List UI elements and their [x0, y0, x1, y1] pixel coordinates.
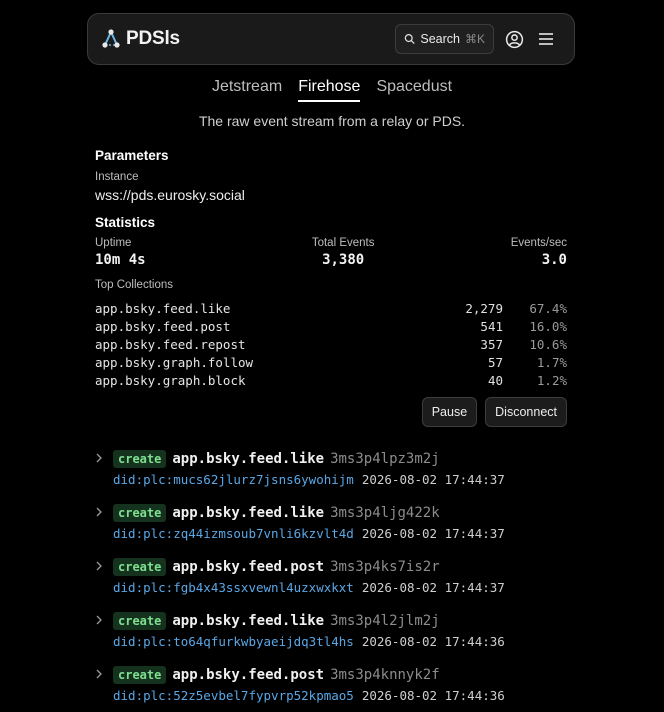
event-did-link[interactable]: did:plc:52z5evbel7fypvrp52kpmao5 — [113, 688, 354, 703]
uptime-label: Uptime — [95, 237, 132, 249]
tab-spacedust[interactable]: Spacedust — [376, 78, 452, 102]
event-collection: app.bsky.feed.like — [172, 613, 325, 629]
stream-controls: Pause Disconnect — [95, 397, 567, 427]
event-timestamp: 2026-08-02 17:44:37 — [361, 472, 505, 487]
collection-percent: 1.7% — [536, 354, 567, 370]
event-action-badge: create — [113, 504, 167, 522]
uptime-stat: Uptime 10m 4s — [95, 237, 146, 268]
event-action-badge: create — [113, 612, 167, 630]
collection-name: app.bsky.feed.repost — [95, 336, 246, 352]
instance-label: Instance — [95, 171, 139, 183]
collection-name: app.bsky.feed.like — [95, 300, 231, 316]
event-action-badge: create — [113, 450, 167, 468]
event-did-link[interactable]: did:plc:fgb4x43ssxvewnl4uzxwxkxt — [113, 580, 354, 595]
disconnect-button[interactable]: Disconnect — [485, 397, 567, 427]
collection-count: 40 — [487, 372, 503, 388]
search-icon — [404, 34, 415, 44]
search-label: Search — [420, 32, 460, 46]
event-action-badge: create — [113, 558, 167, 576]
chevron-right-icon[interactable] — [95, 615, 103, 625]
event-collection: app.bsky.feed.like — [172, 451, 325, 467]
collection-name: app.bsky.feed.post — [95, 318, 231, 334]
total-events-label: Total Events — [311, 237, 375, 249]
event-item[interactable]: create app.bsky.feed.like 3ms3p4lpz3m2j … — [95, 450, 575, 504]
top-navbar: PDSls Search ⌘K — [87, 13, 575, 65]
event-rkey: 3ms3p4knnyk2f — [330, 667, 440, 683]
hamburger-menu-icon — [539, 33, 553, 45]
collection-count: 541 — [480, 318, 503, 334]
event-collection: app.bsky.feed.like — [172, 505, 325, 521]
event-list: create app.bsky.feed.like 3ms3p4lpz3m2j … — [95, 450, 575, 712]
chevron-right-icon[interactable] — [95, 561, 103, 571]
collection-percent: 1.2% — [536, 372, 567, 388]
chevron-right-icon[interactable] — [95, 507, 103, 517]
event-rkey: 3ms3p4ks7is2r — [330, 559, 440, 575]
pause-button[interactable]: Pause — [421, 397, 478, 427]
total-events-value: 3,380 — [322, 252, 365, 268]
event-timestamp: 2026-08-02 17:44:37 — [361, 580, 505, 595]
event-rkey: 3ms3p4lpz3m2j — [330, 451, 440, 467]
chevron-right-icon[interactable] — [95, 453, 103, 463]
event-timestamp: 2026-08-02 17:44:36 — [361, 634, 505, 649]
collection-row: app.bsky.feed.repost 357 10.6% — [95, 335, 567, 353]
events-per-sec-value: 3.0 — [541, 252, 567, 268]
collection-name: app.bsky.graph.follow — [95, 354, 254, 370]
collection-name: app.bsky.graph.block — [95, 372, 246, 388]
logo-link[interactable]: PDSls — [100, 28, 180, 50]
stream-tabs: Jetstream Firehose Spacedust — [0, 78, 664, 102]
event-did-link[interactable]: did:plc:zq44izmsoub7vnli6kzvlt4d — [113, 526, 354, 541]
collection-row: app.bsky.feed.like 2,279 67.4% — [95, 299, 567, 317]
collection-percent: 10.6% — [529, 336, 567, 352]
stream-panel: Parameters Instance wss://pds.eurosky.so… — [95, 148, 567, 427]
event-action-badge: create — [113, 666, 167, 684]
stats-row: Uptime 10m 4s Total Events 3,380 Events/… — [95, 237, 567, 268]
event-item[interactable]: create app.bsky.feed.post 3ms3p4ks7is2r … — [95, 558, 575, 612]
event-collection: app.bsky.feed.post — [172, 559, 325, 575]
top-collections-label: Top Collections — [95, 279, 173, 291]
tab-firehose[interactable]: Firehose — [298, 78, 361, 102]
event-timestamp: 2026-08-02 17:44:37 — [361, 526, 505, 541]
event-item[interactable]: create app.bsky.feed.post 3ms3p4knnyk2f … — [95, 666, 575, 712]
event-did-link[interactable]: did:plc:to64qfurkwbyaeijdq3tl4hs — [113, 634, 354, 649]
collection-count: 357 — [480, 336, 503, 352]
event-item[interactable]: create app.bsky.feed.like 3ms3p4ljg422k … — [95, 504, 575, 558]
page-description: The raw event stream from a relay or PDS… — [198, 113, 466, 129]
account-button[interactable] — [498, 23, 530, 55]
menu-button[interactable] — [530, 23, 562, 55]
user-circle-icon — [505, 30, 523, 48]
events-per-sec-label: Events/sec — [510, 237, 567, 249]
search-shortcut: ⌘K — [464, 32, 485, 46]
event-rkey: 3ms3p4ljg422k — [330, 505, 440, 521]
chevron-right-icon[interactable] — [95, 669, 103, 679]
event-timestamp: 2026-08-02 17:44:36 — [361, 688, 505, 703]
collection-row: app.bsky.graph.follow 57 1.7% — [95, 353, 567, 371]
total-events-stat: Total Events 3,380 — [312, 237, 375, 268]
instance-value: wss://pds.eurosky.social — [95, 187, 245, 203]
logo-text: PDSls — [126, 28, 180, 49]
collection-count: 57 — [487, 354, 503, 370]
collection-row: app.bsky.feed.post 541 16.0% — [95, 317, 567, 335]
event-collection: app.bsky.feed.post — [172, 667, 325, 683]
events-per-sec-stat: Events/sec 3.0 — [511, 237, 567, 268]
search-button[interactable]: Search ⌘K — [395, 24, 494, 54]
event-rkey: 3ms3p4l2jlm2j — [330, 613, 440, 629]
uptime-value: 10m 4s — [95, 252, 146, 268]
collection-count: 2,279 — [465, 300, 503, 316]
statistics-title: Statistics — [95, 215, 156, 230]
event-did-link[interactable]: did:plc:mucs62jlurz7jsns6ywohijm — [113, 472, 354, 487]
atproto-logo-icon — [102, 29, 120, 48]
top-collections-list: app.bsky.feed.like 2,279 67.4% app.bsky.… — [95, 299, 567, 389]
collection-row: app.bsky.graph.block 40 1.2% — [95, 371, 567, 389]
collection-percent: 16.0% — [529, 318, 567, 334]
tab-jetstream[interactable]: Jetstream — [212, 78, 282, 102]
event-item[interactable]: create app.bsky.feed.like 3ms3p4l2jlm2j … — [95, 612, 575, 666]
collection-percent: 67.4% — [529, 300, 567, 316]
parameters-title: Parameters — [95, 148, 169, 163]
